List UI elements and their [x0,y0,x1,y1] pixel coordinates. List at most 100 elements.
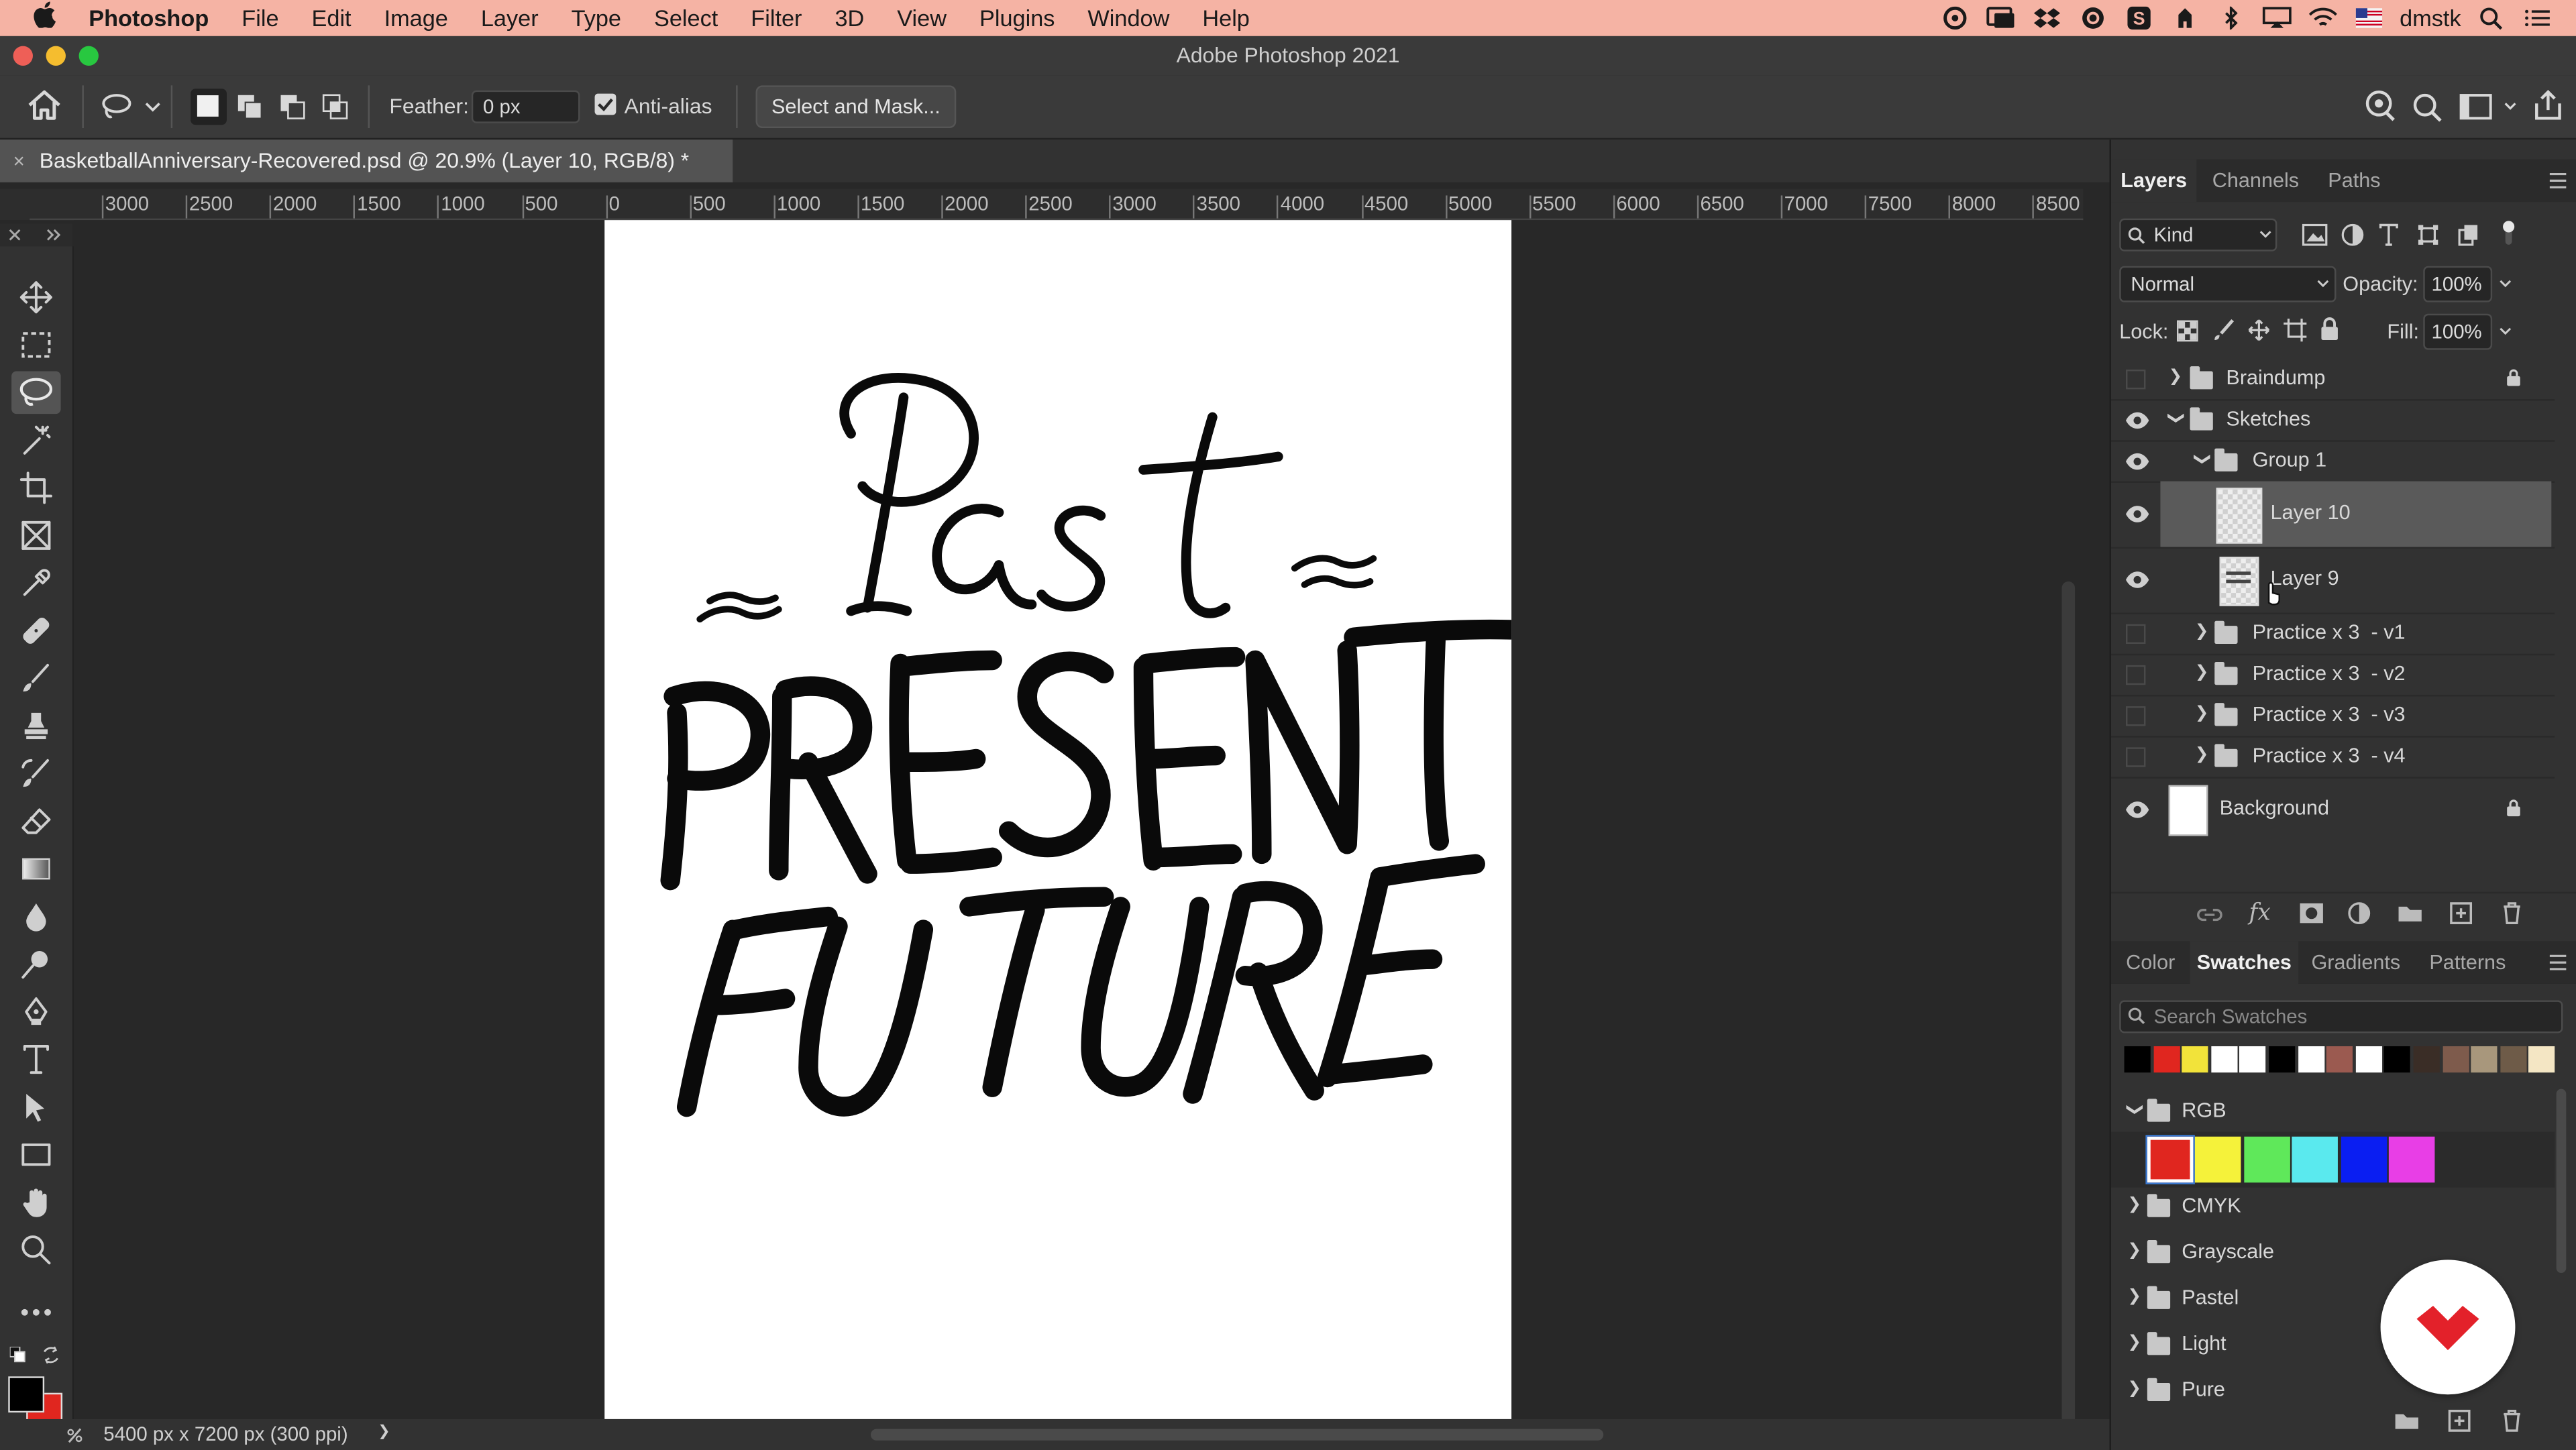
filter-pixel-icon[interactable] [2302,223,2328,246]
layer-row-practice-v2[interactable]: ❯ Practice x 3 - v2 [2110,654,2555,697]
recent-swatch[interactable] [2355,1046,2382,1073]
rgb-swatch[interactable] [2145,1135,2195,1184]
filter-type-icon[interactable] [2377,223,2400,246]
script-s-icon[interactable]: S [2124,6,2153,30]
add-to-selection-icon[interactable] [237,94,263,120]
cloud-docs-icon[interactable] [2363,90,2399,123]
crop-tool[interactable] [11,467,60,510]
expand-chevron-icon[interactable]: ❯ [2127,1380,2141,1398]
foreground-color-swatch[interactable] [8,1376,45,1413]
eye-icon[interactable] [2125,567,2151,593]
opacity-input[interactable]: 100% [2423,266,2493,302]
rgb-swatch[interactable] [2195,1136,2242,1183]
close-window-button[interactable] [13,46,33,66]
menu-type[interactable]: Type [555,0,637,36]
share-icon[interactable] [2532,89,2565,121]
menu-image[interactable]: Image [368,0,464,36]
visibility-toggle[interactable] [2126,370,2146,390]
document-tab[interactable]: × BasketballAnniversary-Recovered.psd @ … [0,140,733,182]
lock-artboard-icon[interactable] [2284,319,2307,342]
filter-smart-object-icon[interactable] [2456,223,2479,246]
magic-wand-tool[interactable] [11,419,60,461]
new-swatch-icon[interactable] [2448,1409,2471,1432]
new-adjustment-layer-icon[interactable] [2348,902,2371,925]
vertical-scrollbar[interactable] [2061,581,2076,1436]
recent-swatch[interactable] [2210,1046,2238,1073]
notification-center-icon[interactable] [2524,7,2553,30]
menu-select[interactable]: Select [637,0,734,36]
new-selection-button[interactable] [191,89,227,125]
delete-swatch-trash-icon[interactable] [2502,1409,2522,1432]
recent-swatch[interactable] [2413,1046,2440,1073]
opacity-chevron-down-icon[interactable] [2499,279,2512,289]
recent-swatch[interactable] [2298,1046,2324,1073]
sync-icon[interactable] [2078,7,2107,30]
gradient-tool[interactable] [11,848,60,891]
hand-tool[interactable] [11,1181,60,1224]
airplay-icon[interactable] [2261,7,2291,30]
lock-all-icon[interactable] [2320,317,2339,342]
link-layers-icon[interactable] [2196,905,2222,924]
document-canvas[interactable] [604,220,1548,1419]
tab-patterns[interactable]: Patterns [2414,941,2522,984]
figure-icon[interactable] [2169,7,2199,30]
zoom-window-button[interactable] [78,46,99,66]
recent-swatch[interactable] [2442,1046,2469,1073]
home-icon[interactable] [26,89,62,121]
add-mask-icon[interactable] [2298,902,2324,925]
visibility-toggle[interactable] [2126,706,2146,726]
tab-gradients[interactable]: Gradients [2302,941,2410,984]
visibility-toggle[interactable] [2126,624,2146,645]
menu-help[interactable]: Help [1186,0,1267,36]
minimize-window-button[interactable] [46,46,66,66]
swatch-group-cmyk[interactable]: ❯ CMYK [2111,1184,2538,1227]
swatches-scrollbar[interactable] [2556,1089,2567,1273]
tab-color[interactable]: Color [2111,941,2190,984]
expand-chevron-icon[interactable]: ❯ [2127,1196,2141,1214]
rectangular-marquee-tool[interactable] [11,323,60,366]
eyedropper-tool[interactable] [11,562,60,605]
eye-icon[interactable] [2125,449,2151,475]
panel-menu-icon[interactable] [2548,172,2567,188]
history-brush-tool[interactable] [11,752,60,795]
creative-cloud-icon[interactable] [1939,6,1969,30]
layer-style-fx-icon[interactable]: fx [2249,900,2271,926]
recent-swatch[interactable] [2326,1046,2353,1073]
expand-chevron-icon[interactable]: ❯ [2195,705,2209,723]
flag-input-icon[interactable] [2354,7,2383,30]
rgb-swatch[interactable] [2292,1136,2339,1183]
blur-tool[interactable] [11,895,60,938]
recent-swatch[interactable] [2153,1046,2180,1073]
layer-row-layer-10[interactable]: Layer 10 [2110,481,2555,549]
edit-toolbar-button[interactable] [11,1291,60,1334]
menu-app-photoshop[interactable]: Photoshop [72,0,225,36]
expand-chevron-icon[interactable]: ❯ [2169,368,2183,386]
rgb-swatch[interactable] [2388,1136,2435,1183]
tab-layers[interactable]: Layers [2110,159,2197,203]
new-layer-icon[interactable] [2449,902,2473,925]
menu-edit[interactable]: Edit [295,0,368,36]
collapse-chevron-icon[interactable]: ❯ [2193,452,2211,466]
brush-tool[interactable] [11,657,60,700]
recent-swatch[interactable] [2384,1046,2411,1073]
menu-view[interactable]: View [881,0,963,36]
pen-tool[interactable] [11,991,60,1034]
layer-row-sketches[interactable]: ❯ Sketches [2110,399,2555,442]
toolbox-expand-icon[interactable] [46,228,62,241]
feather-input[interactable]: 0 px [471,90,580,123]
type-tool[interactable] [11,1038,60,1081]
workspace-layout-icon[interactable] [2459,94,2496,120]
eraser-tool[interactable] [11,800,60,843]
lock-transparent-pixels-icon[interactable] [2176,320,2198,342]
menu-3d[interactable]: 3D [818,0,881,36]
fill-chevron-down-icon[interactable] [2499,327,2512,337]
clone-stamp-tool[interactable] [11,705,60,748]
workspace-chevron-down-icon[interactable] [2504,102,2517,112]
collapse-chevron-icon[interactable]: ❯ [2166,411,2184,425]
tab-paths[interactable]: Paths [2312,160,2397,203]
filter-shape-icon[interactable] [2416,223,2439,246]
rectangle-tool[interactable] [11,1133,60,1176]
new-swatch-group-icon[interactable] [2394,1411,2420,1431]
search-swatches-input[interactable]: Search Swatches [2119,1000,2563,1034]
layer-row-background[interactable]: Background [2111,777,2555,842]
